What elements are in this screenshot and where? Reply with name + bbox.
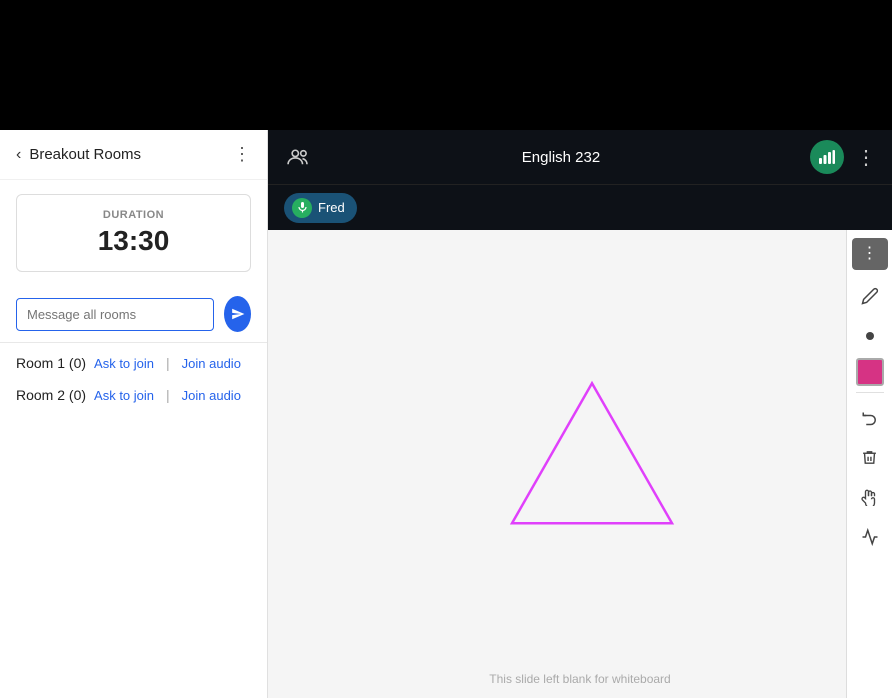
video-header-left [284, 143, 312, 171]
signal-badge[interactable] [810, 140, 844, 174]
whiteboard: This slide left blank for whiteboard ⋮ [268, 230, 892, 698]
room2-sep: | [166, 387, 170, 403]
sidebar: ‹ Breakout Rooms ⋮ DURATION 13:30 Room 1… [0, 130, 268, 698]
triangle [502, 373, 682, 538]
sidebar-header-left: ‹ Breakout Rooms [16, 146, 141, 164]
room2-ask-to-join[interactable]: Ask to join [94, 388, 154, 403]
room1-sep: | [166, 355, 170, 371]
message-input[interactable] [16, 298, 214, 331]
toolbar-dots-button[interactable]: ⋮ [852, 238, 888, 270]
participant-name: Fred [318, 200, 345, 215]
dots-icon: ⋮ [862, 246, 878, 262]
sidebar-title: Breakout Rooms [29, 146, 141, 163]
whiteboard-label: This slide left blank for whiteboard [489, 672, 670, 686]
video-more-icon[interactable]: ⋮ [856, 145, 876, 170]
people-icon[interactable] [284, 143, 312, 171]
duration-label: DURATION [31, 209, 236, 221]
room-item: Room 1 (0) Ask to join | Join audio [16, 355, 251, 371]
video-header-right: ⋮ [810, 140, 876, 174]
room1-ask-to-join[interactable]: Ask to join [94, 356, 154, 371]
dot-tool-button[interactable] [852, 318, 888, 354]
toolbar-sep [856, 392, 884, 393]
participant-bar: Fred [268, 185, 892, 230]
mic-icon [292, 198, 312, 218]
duration-box: DURATION 13:30 [16, 194, 251, 272]
hand-tool-button[interactable] [852, 479, 888, 515]
pencil-tool-button[interactable] [852, 278, 888, 314]
room2-name: Room 2 (0) [16, 387, 86, 403]
room1-join-audio[interactable]: Join audio [182, 356, 241, 371]
video-header: English 232 ⋮ [268, 130, 892, 185]
participant-badge: Fred [284, 193, 357, 223]
message-area [0, 286, 267, 343]
sidebar-header: ‹ Breakout Rooms ⋮ [0, 130, 267, 180]
content-area: English 232 ⋮ [268, 130, 892, 698]
room-item: Room 2 (0) Ask to join | Join audio [16, 387, 251, 403]
back-button[interactable]: ‹ [16, 146, 21, 164]
rooms-list: Room 1 (0) Ask to join | Join audio Room… [0, 343, 267, 415]
color-picker-button[interactable] [856, 358, 884, 386]
chart-tool-button[interactable] [852, 519, 888, 555]
top-bar [0, 0, 892, 130]
duration-value: 13:30 [31, 225, 236, 257]
sidebar-more-icon[interactable]: ⋮ [233, 144, 251, 165]
room2-join-audio[interactable]: Join audio [182, 388, 241, 403]
right-toolbar: ⋮ [846, 230, 892, 698]
undo-button[interactable] [852, 399, 888, 435]
delete-button[interactable] [852, 439, 888, 475]
main-container: ‹ Breakout Rooms ⋮ DURATION 13:30 Room 1… [0, 130, 892, 698]
room1-name: Room 1 (0) [16, 355, 86, 371]
video-title: English 232 [522, 149, 600, 166]
send-button[interactable] [224, 296, 251, 332]
